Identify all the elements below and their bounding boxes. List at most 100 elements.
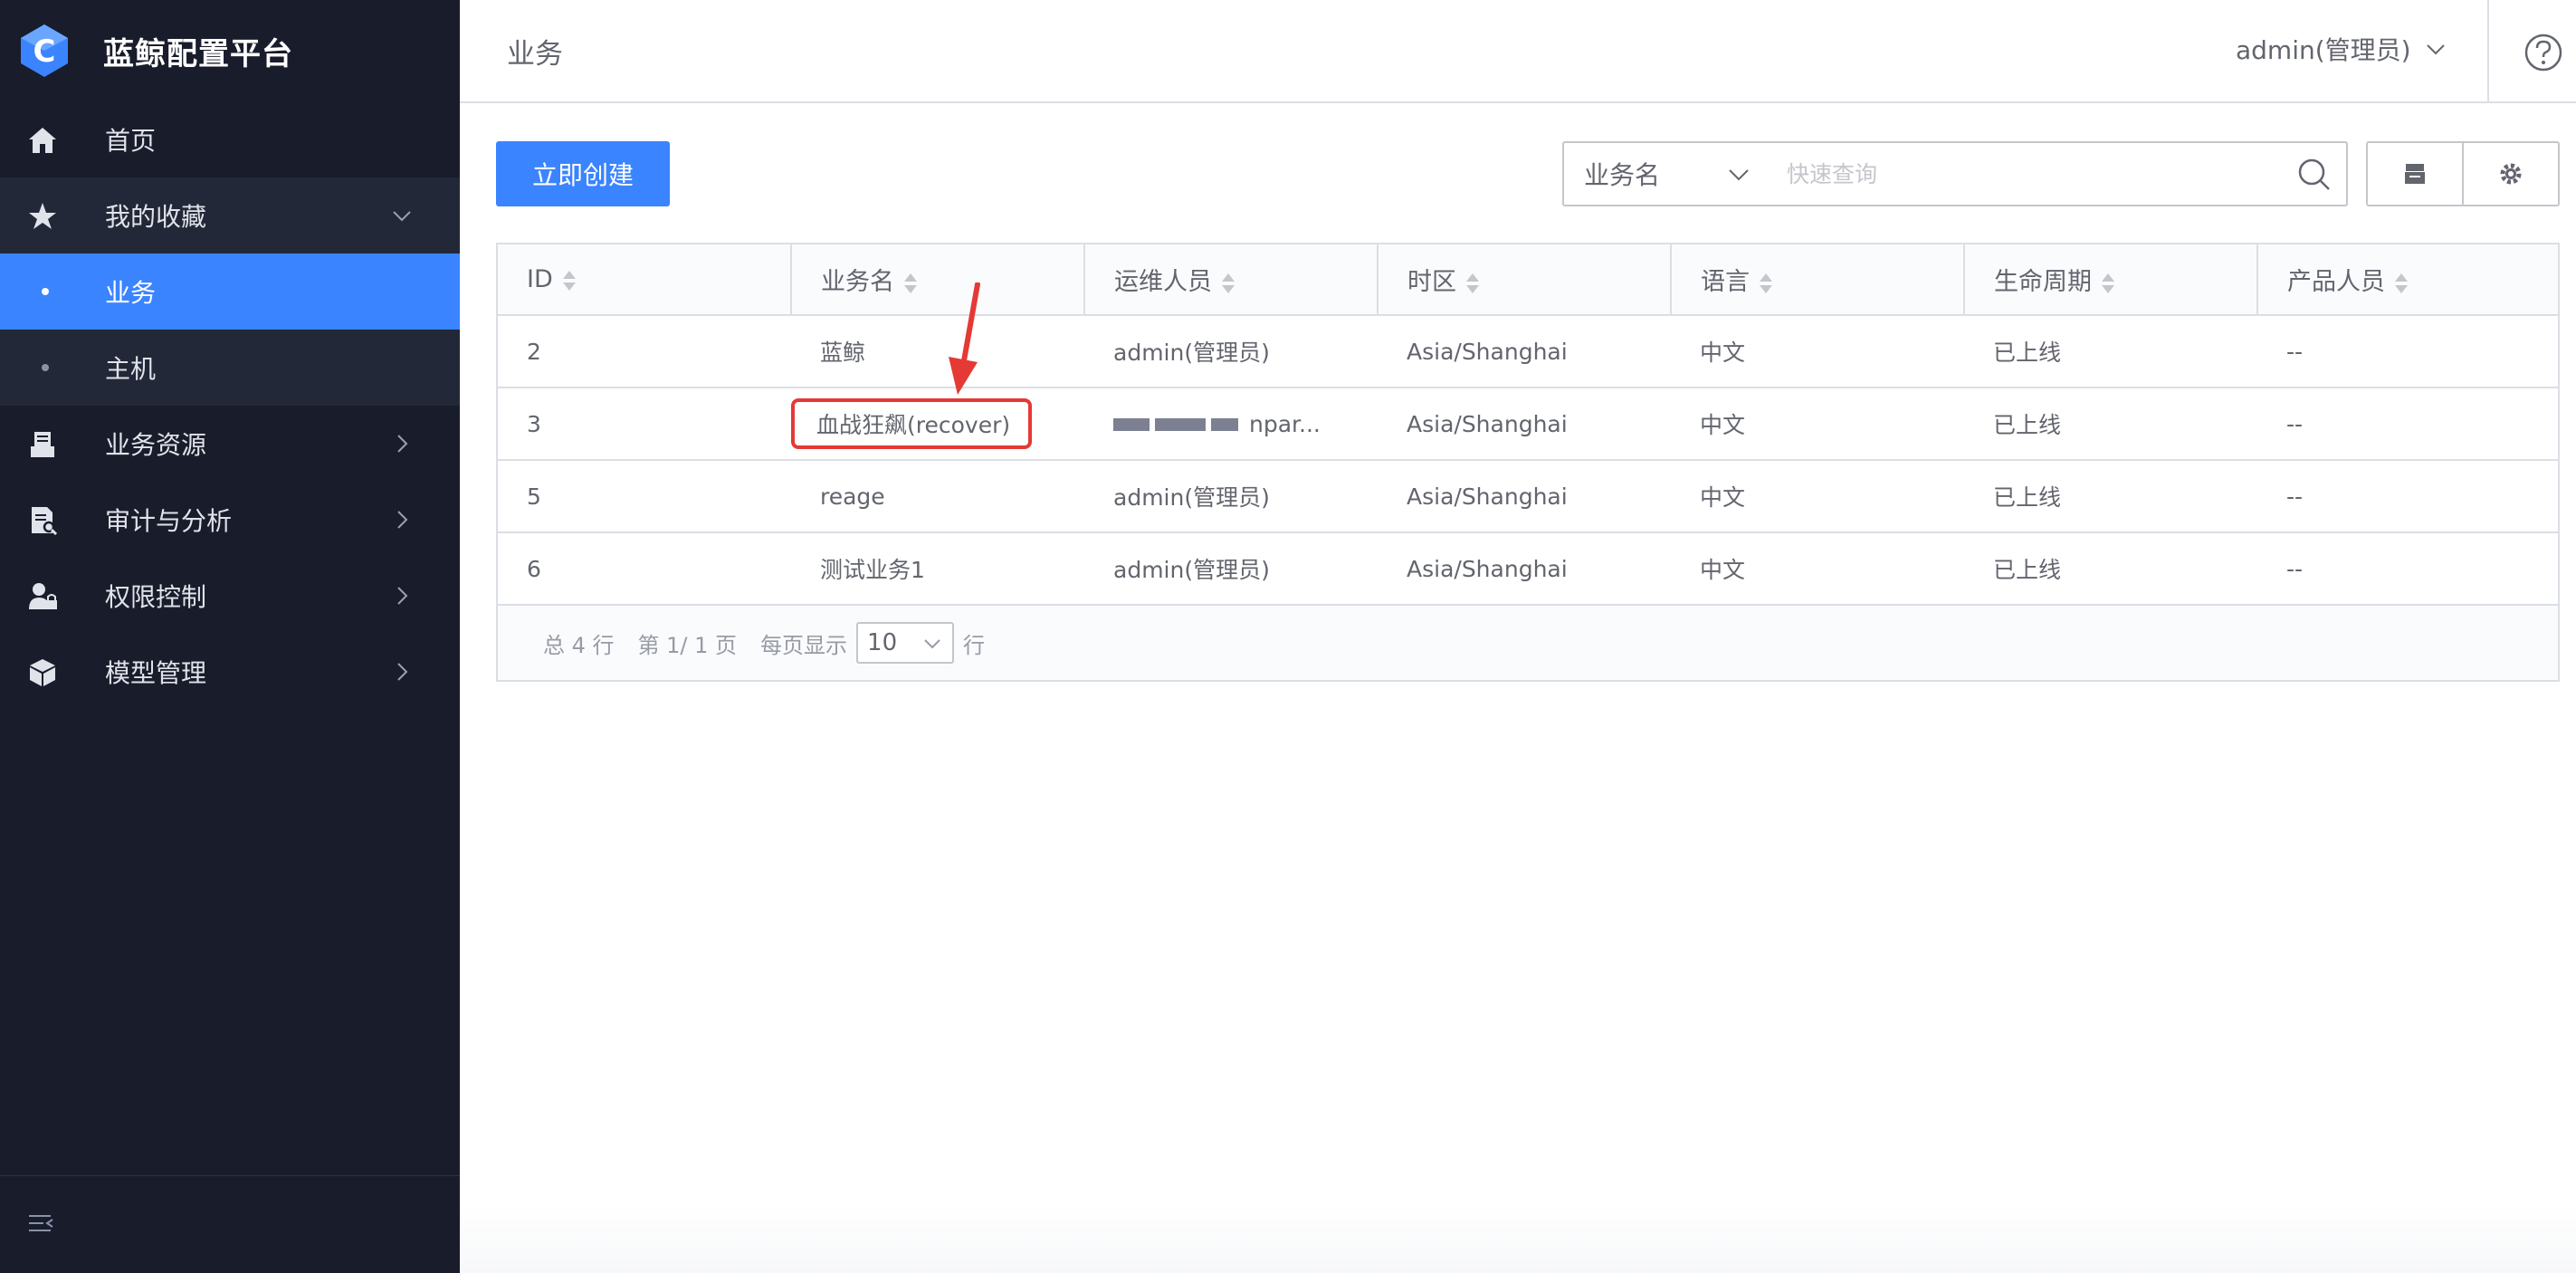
chevron-down-icon [1729, 169, 1749, 181]
business-resource-icon [31, 432, 54, 457]
cell-timezone: Asia/Shanghai [1378, 315, 1671, 388]
sidebar-item-audit[interactable]: 审计与分析 [0, 482, 460, 558]
table-row[interactable]: 6 测试业务1 admin(管理员) Asia/Shanghai 中文 已上线 … [498, 532, 2558, 606]
sort-icon[interactable] [903, 272, 918, 295]
chevron-right-icon [397, 511, 408, 529]
sidebar-item-label: 主机 [105, 354, 157, 384]
sidebar-item-host[interactable]: 主机 [0, 330, 460, 406]
cell-lifecycle: 已上线 [1964, 388, 2257, 461]
column-header-name[interactable]: 业务名 [791, 244, 1085, 316]
sidebar-item-label: 首页 [105, 126, 157, 156]
gear-icon [2500, 163, 2522, 185]
sort-icon[interactable] [1465, 272, 1480, 295]
bullet-icon [42, 364, 49, 371]
cell-lifecycle: 已上线 [1964, 460, 2257, 533]
filter-field-value: 业务名 [1584, 160, 1661, 190]
sidebar-footer [0, 1175, 460, 1273]
cell-product: -- [2257, 460, 2558, 533]
user-name: admin(管理员) [2236, 35, 2411, 65]
sidebar: C 蓝鲸配置平台 首页 我的收藏 业务 主机 业务资源 审计与分析 权限控制 模… [0, 0, 460, 1273]
sidebar-item-label: 审计与分析 [105, 506, 233, 536]
highlighted-business-name[interactable]: 血战狂飙(recover) [791, 398, 1033, 449]
star-icon [29, 203, 56, 229]
svg-text:C: C [33, 34, 56, 70]
page-indicator: 第 1/ 1 页 [637, 632, 738, 658]
logo-icon: C [21, 24, 68, 77]
sort-icon[interactable] [1221, 272, 1236, 295]
table-row[interactable]: 3 血战狂飙(recover) npar... Asia/Shanghai 中文… [498, 388, 2558, 461]
table-row[interactable]: 2 蓝鲸 admin(管理员) Asia/Shanghai 中文 已上线 -- [498, 315, 2558, 388]
sidebar-item-home[interactable]: 首页 [0, 101, 460, 177]
cell-id: 6 [498, 532, 791, 606]
sort-icon[interactable] [2394, 272, 2409, 295]
column-header-lifecycle[interactable]: 生命周期 [1964, 244, 2258, 316]
create-button[interactable]: 立即创建 [496, 141, 670, 206]
cell-operator: admin(管理员) [1084, 315, 1378, 388]
sort-icon[interactable] [2101, 272, 2115, 295]
cell-product: -- [2257, 532, 2558, 606]
page-title: 业务 [507, 38, 563, 71]
table-header-row: ID 业务名 运维人员 时区 语言 生命周期 产品人员 [498, 244, 2558, 316]
cell-operator: admin(管理员) [1084, 532, 1378, 606]
sort-icon[interactable] [1759, 272, 1773, 295]
collapse-menu-icon[interactable] [27, 1211, 56, 1240]
bullet-icon [42, 288, 49, 295]
cell-name[interactable]: 血战狂飙(recover) [791, 388, 1084, 461]
chevron-down-icon [924, 639, 940, 649]
chevron-down-icon [2426, 44, 2445, 55]
cell-operator: admin(管理员) [1084, 460, 1378, 533]
user-menu[interactable]: admin(管理员) [2236, 31, 2447, 67]
chevron-right-icon [397, 587, 408, 605]
permission-lock-icon [29, 583, 57, 609]
sidebar-item-label: 我的收藏 [105, 202, 207, 232]
sidebar-item-favorites[interactable]: 我的收藏 [0, 177, 460, 254]
cell-lifecycle: 已上线 [1964, 532, 2257, 606]
filter-field-select[interactable]: 业务名 [1562, 141, 1769, 206]
table-row[interactable]: 5 reage admin(管理员) Asia/Shanghai 中文 已上线 … [498, 460, 2558, 533]
cell-language: 中文 [1671, 315, 1964, 388]
search-icon[interactable] [2297, 158, 2332, 192]
column-header-timezone[interactable]: 时区 [1378, 244, 1672, 316]
logo-row[interactable]: C 蓝鲸配置平台 [0, 0, 460, 101]
cell-timezone: Asia/Shanghai [1378, 532, 1671, 606]
chevron-down-icon [393, 211, 411, 222]
export-button[interactable] [2366, 141, 2464, 206]
sidebar-item-permission[interactable]: 权限控制 [0, 558, 460, 634]
cell-timezone: Asia/Shanghai [1378, 388, 1671, 461]
per-page-label: 每页显示 [760, 632, 848, 658]
cube-icon [30, 659, 55, 686]
page-size-select[interactable]: 10 [856, 622, 955, 664]
export-icon [2405, 164, 2425, 184]
redacted-operator: npar... [1113, 411, 1321, 437]
sidebar-item-business[interactable]: 业务 [0, 254, 460, 330]
chevron-right-icon [397, 435, 408, 453]
sidebar-item-business-resource[interactable]: 业务资源 [0, 406, 460, 482]
column-header-language[interactable]: 语言 [1671, 244, 1965, 316]
cell-id: 3 [498, 388, 791, 461]
column-header-operator[interactable]: 运维人员 [1084, 244, 1379, 316]
content-bottom [460, 1204, 2576, 1273]
per-page-unit: 行 [963, 632, 986, 658]
cell-name[interactable]: 测试业务1 [791, 532, 1084, 606]
column-header-id[interactable]: ID [498, 244, 792, 316]
cell-id: 5 [498, 460, 791, 533]
search-input[interactable] [1787, 156, 2275, 192]
help-icon[interactable] [2524, 33, 2563, 72]
sidebar-item-model[interactable]: 模型管理 [0, 634, 460, 710]
cell-language: 中文 [1671, 532, 1964, 606]
pagination: 总 4 行 第 1/ 1 页 每页显示 10 行 [498, 606, 2558, 680]
page-size-value: 10 [867, 629, 898, 656]
cell-id: 2 [498, 315, 791, 388]
cell-product: -- [2257, 315, 2558, 388]
cell-name[interactable]: reage [791, 460, 1084, 533]
sort-icon[interactable] [562, 269, 577, 292]
sidebar-item-label: 模型管理 [105, 658, 207, 688]
cell-name[interactable]: 蓝鲸 [791, 315, 1084, 388]
column-header-product[interactable]: 产品人员 [2257, 244, 2558, 316]
header-divider [2487, 0, 2489, 101]
cell-product: -- [2257, 388, 2558, 461]
total-count: 总 4 行 [543, 632, 615, 658]
operator-text: npar... [1249, 411, 1321, 438]
cell-language: 中文 [1671, 460, 1964, 533]
column-settings-button[interactable] [2462, 141, 2560, 206]
